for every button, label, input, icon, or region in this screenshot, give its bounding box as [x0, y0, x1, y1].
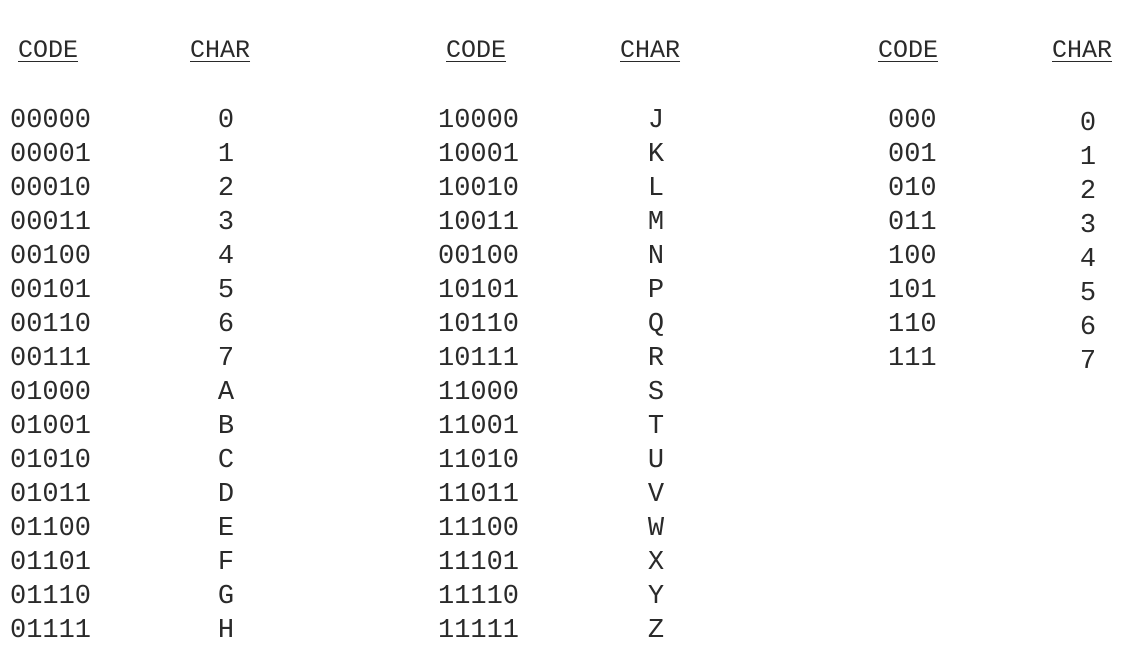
table2-code-cell: 10010: [438, 174, 520, 204]
table1-char-cell: G: [217, 582, 235, 612]
table2-char-cell: P: [647, 276, 665, 306]
table3-char-cell: 4: [1079, 245, 1097, 275]
table2-char-cell: Y: [647, 582, 665, 612]
table1-code-cell: 00101: [10, 276, 92, 306]
table2-code-cell: 11010: [438, 446, 520, 476]
table2-code-column: 10000 10001 10010 10011 00100 10101 1011…: [438, 104, 519, 648]
table3-char-cell: 1: [1079, 143, 1097, 173]
table2-code-cell: 11011: [438, 480, 520, 510]
table1-char-cell: B: [217, 412, 235, 442]
table2-code-cell: 11001: [438, 412, 520, 442]
table3-char-cell: 5: [1079, 279, 1097, 309]
table1-char-cell: H: [217, 616, 235, 646]
table3-code-header: CODE: [878, 36, 939, 65]
table1-char-cell: E: [217, 514, 235, 544]
table1-char-cell: C: [217, 446, 235, 476]
table3-code-cell: 110: [888, 310, 937, 340]
table2-char-cell: S: [647, 378, 665, 408]
table1-code-cell: 00110: [10, 310, 92, 340]
table1-char-cell: D: [217, 480, 235, 510]
table2-code-cell: 11100: [438, 514, 520, 544]
table2-char-cell: J: [647, 106, 665, 136]
table1-code-cell: 00011: [10, 208, 92, 238]
table2-code-cell: 00100: [438, 242, 520, 272]
table2-code-cell: 11101: [438, 548, 520, 578]
table1-char-cell: 1: [217, 140, 235, 170]
table1-code-cell: 00000: [10, 106, 92, 136]
table2-char-cell: V: [647, 480, 665, 510]
table1-code-cell: 00111: [10, 344, 92, 374]
table1-code-cell: 01110: [10, 582, 92, 612]
table3-code-column: 000 001 010 011 100 101 110 111: [888, 104, 937, 376]
table2-char-cell: T: [647, 412, 665, 442]
table2-char-header: CHAR: [620, 36, 681, 65]
table1-code-cell: 00001: [10, 140, 92, 170]
table3-code-cell: 000: [888, 106, 937, 136]
table2-char-cell: N: [647, 242, 665, 272]
table2-code-cell: 10111: [438, 344, 520, 374]
table3-code-cell: 001: [888, 140, 937, 170]
table3-char-cell: 2: [1079, 177, 1097, 207]
table1-char-cell: A: [217, 378, 235, 408]
table2-code-header: CODE: [446, 36, 507, 65]
table3-char-cell: 3: [1079, 211, 1097, 241]
table1-char-cell: F: [217, 548, 235, 578]
table1-char-cell: 4: [217, 242, 235, 272]
table3-char-cell: 7: [1079, 347, 1097, 377]
table2-char-cell: U: [647, 446, 665, 476]
table1-code-cell: 01010: [10, 446, 92, 476]
table1-code-cell: 01101: [10, 548, 92, 578]
table2-code-cell: 10001: [438, 140, 520, 170]
table1-code-cell: 01100: [10, 514, 92, 544]
table1-code-cell: 01000: [10, 378, 92, 408]
table2-char-cell: K: [647, 140, 665, 170]
table3-code-cell: 010: [888, 174, 937, 204]
table2-char-cell: X: [647, 548, 665, 578]
table1-code-cell: 01011: [10, 480, 92, 510]
table2-char-cell: Q: [647, 310, 665, 340]
table3-code-cell: 011: [888, 208, 937, 238]
table3-code-cell: 100: [888, 242, 937, 272]
table2-char-cell: Z: [647, 616, 665, 646]
table1-code-cell: 00100: [10, 242, 92, 272]
table1-char-cell: 2: [217, 174, 235, 204]
table2-code-cell: 11111: [438, 616, 520, 646]
table2-char-cell: M: [647, 208, 665, 238]
table3-char-cell: 6: [1079, 313, 1097, 343]
table2-char-column: J K L M N P Q R S T U V W X Y Z: [626, 104, 686, 648]
table1-char-cell: 7: [217, 344, 235, 374]
table3-char-header: CHAR: [1052, 36, 1113, 65]
table2-code-cell: 10110: [438, 310, 520, 340]
table1-code-header: CODE: [18, 36, 79, 65]
table1-char-column: 0 1 2 3 4 5 6 7 A B C D E F G H: [196, 104, 256, 648]
table1-char-header: CHAR: [190, 36, 251, 65]
table1-code-cell: 01001: [10, 412, 92, 442]
table3-code-cell: 111: [888, 344, 937, 374]
code-char-tables: CODE CHAR 00000 00001 00010 00011 00100 …: [0, 0, 1134, 648]
table1-char-cell: 5: [217, 276, 235, 306]
table1-code-column: 00000 00001 00010 00011 00100 00101 0011…: [10, 104, 91, 648]
table1-code-cell: 01111: [10, 616, 92, 646]
table2-code-cell: 10101: [438, 276, 520, 306]
table2-char-cell: R: [647, 344, 665, 374]
table1-char-cell: 6: [217, 310, 235, 340]
table3-code-cell: 101: [888, 276, 937, 306]
table2-code-cell: 10011: [438, 208, 520, 238]
table1-char-cell: 0: [217, 106, 235, 136]
table2-char-cell: L: [647, 174, 665, 204]
table3-char-cell: 0: [1079, 109, 1097, 139]
table2-char-cell: W: [647, 514, 665, 544]
table1-char-cell: 3: [217, 208, 235, 238]
table3-char-column: 0 1 2 3 4 5 6 7: [1058, 107, 1118, 379]
table2-code-cell: 11000: [438, 378, 520, 408]
table2-code-cell: 10000: [438, 106, 520, 136]
table1-code-cell: 00010: [10, 174, 92, 204]
table2-code-cell: 11110: [438, 582, 520, 612]
